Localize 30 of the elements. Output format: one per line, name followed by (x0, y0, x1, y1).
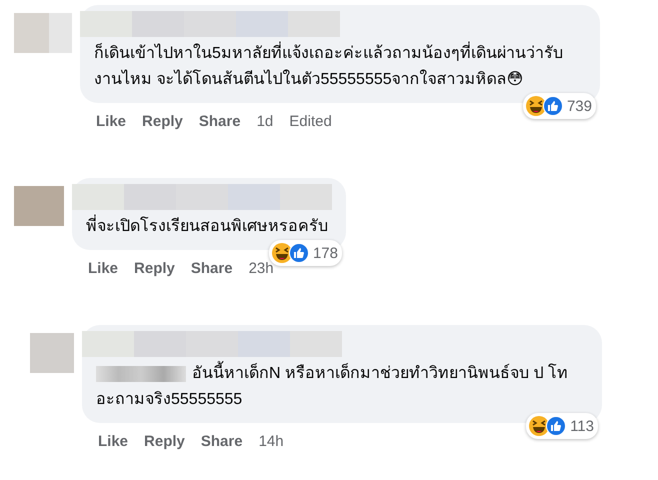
reaction-summary[interactable]: 178 (268, 240, 342, 266)
share-link[interactable]: Share (190, 260, 233, 277)
avatar-placeholder (14, 186, 64, 226)
share-link[interactable]: Share (198, 113, 241, 130)
reaction-count: 739 (566, 98, 592, 114)
reply-link[interactable]: Reply (134, 260, 175, 277)
comment-time[interactable]: 1d (256, 113, 274, 130)
thumbs-up-icon (546, 416, 566, 436)
reply-link[interactable]: Reply (142, 113, 183, 130)
laughing-emoji-icon (270, 242, 293, 264)
comment-time[interactable]: 14h (258, 433, 284, 450)
share-link[interactable]: Share (200, 433, 243, 450)
avatar-placeholder (14, 13, 72, 53)
comment-text: ก็เดินเข้าไปหาใน5มหาลัยที่แจ้งเถอะค่ะแล้วถามน้องๆที่เดินผ่านว่ารับงานไหม จะได้โดนส้นตีนไปในตัว55555555จากใจสาวมหิดล😳 (94, 41, 586, 93)
thumbs-up-icon (288, 243, 309, 263)
reply-link[interactable]: Reply (144, 433, 185, 450)
comment-text: อันนี้หาเด็กN หรือหาเด็กมาช่วยทำวิทยานิพนธ์จบ ป โท อะถามจริง55555555 (96, 361, 588, 413)
edited-label: Edited (289, 113, 332, 130)
laughing-emoji-icon (524, 95, 547, 117)
like-link[interactable]: Like (88, 260, 118, 277)
reaction-count: 178 (312, 244, 338, 262)
like-link[interactable]: Like (96, 113, 126, 130)
comment-text: พี่จะเปิดโรงเรียนสอนพิเศษหรอครับ (86, 214, 332, 240)
avatar-placeholder (30, 333, 74, 373)
reaction-count: 113 (570, 418, 594, 434)
thumbs-up-icon (542, 96, 563, 116)
like-link[interactable]: Like (98, 433, 128, 450)
reaction-summary[interactable]: 739 (522, 93, 596, 119)
reaction-summary[interactable]: 113 (526, 413, 598, 439)
laughing-emoji-icon (528, 415, 550, 437)
